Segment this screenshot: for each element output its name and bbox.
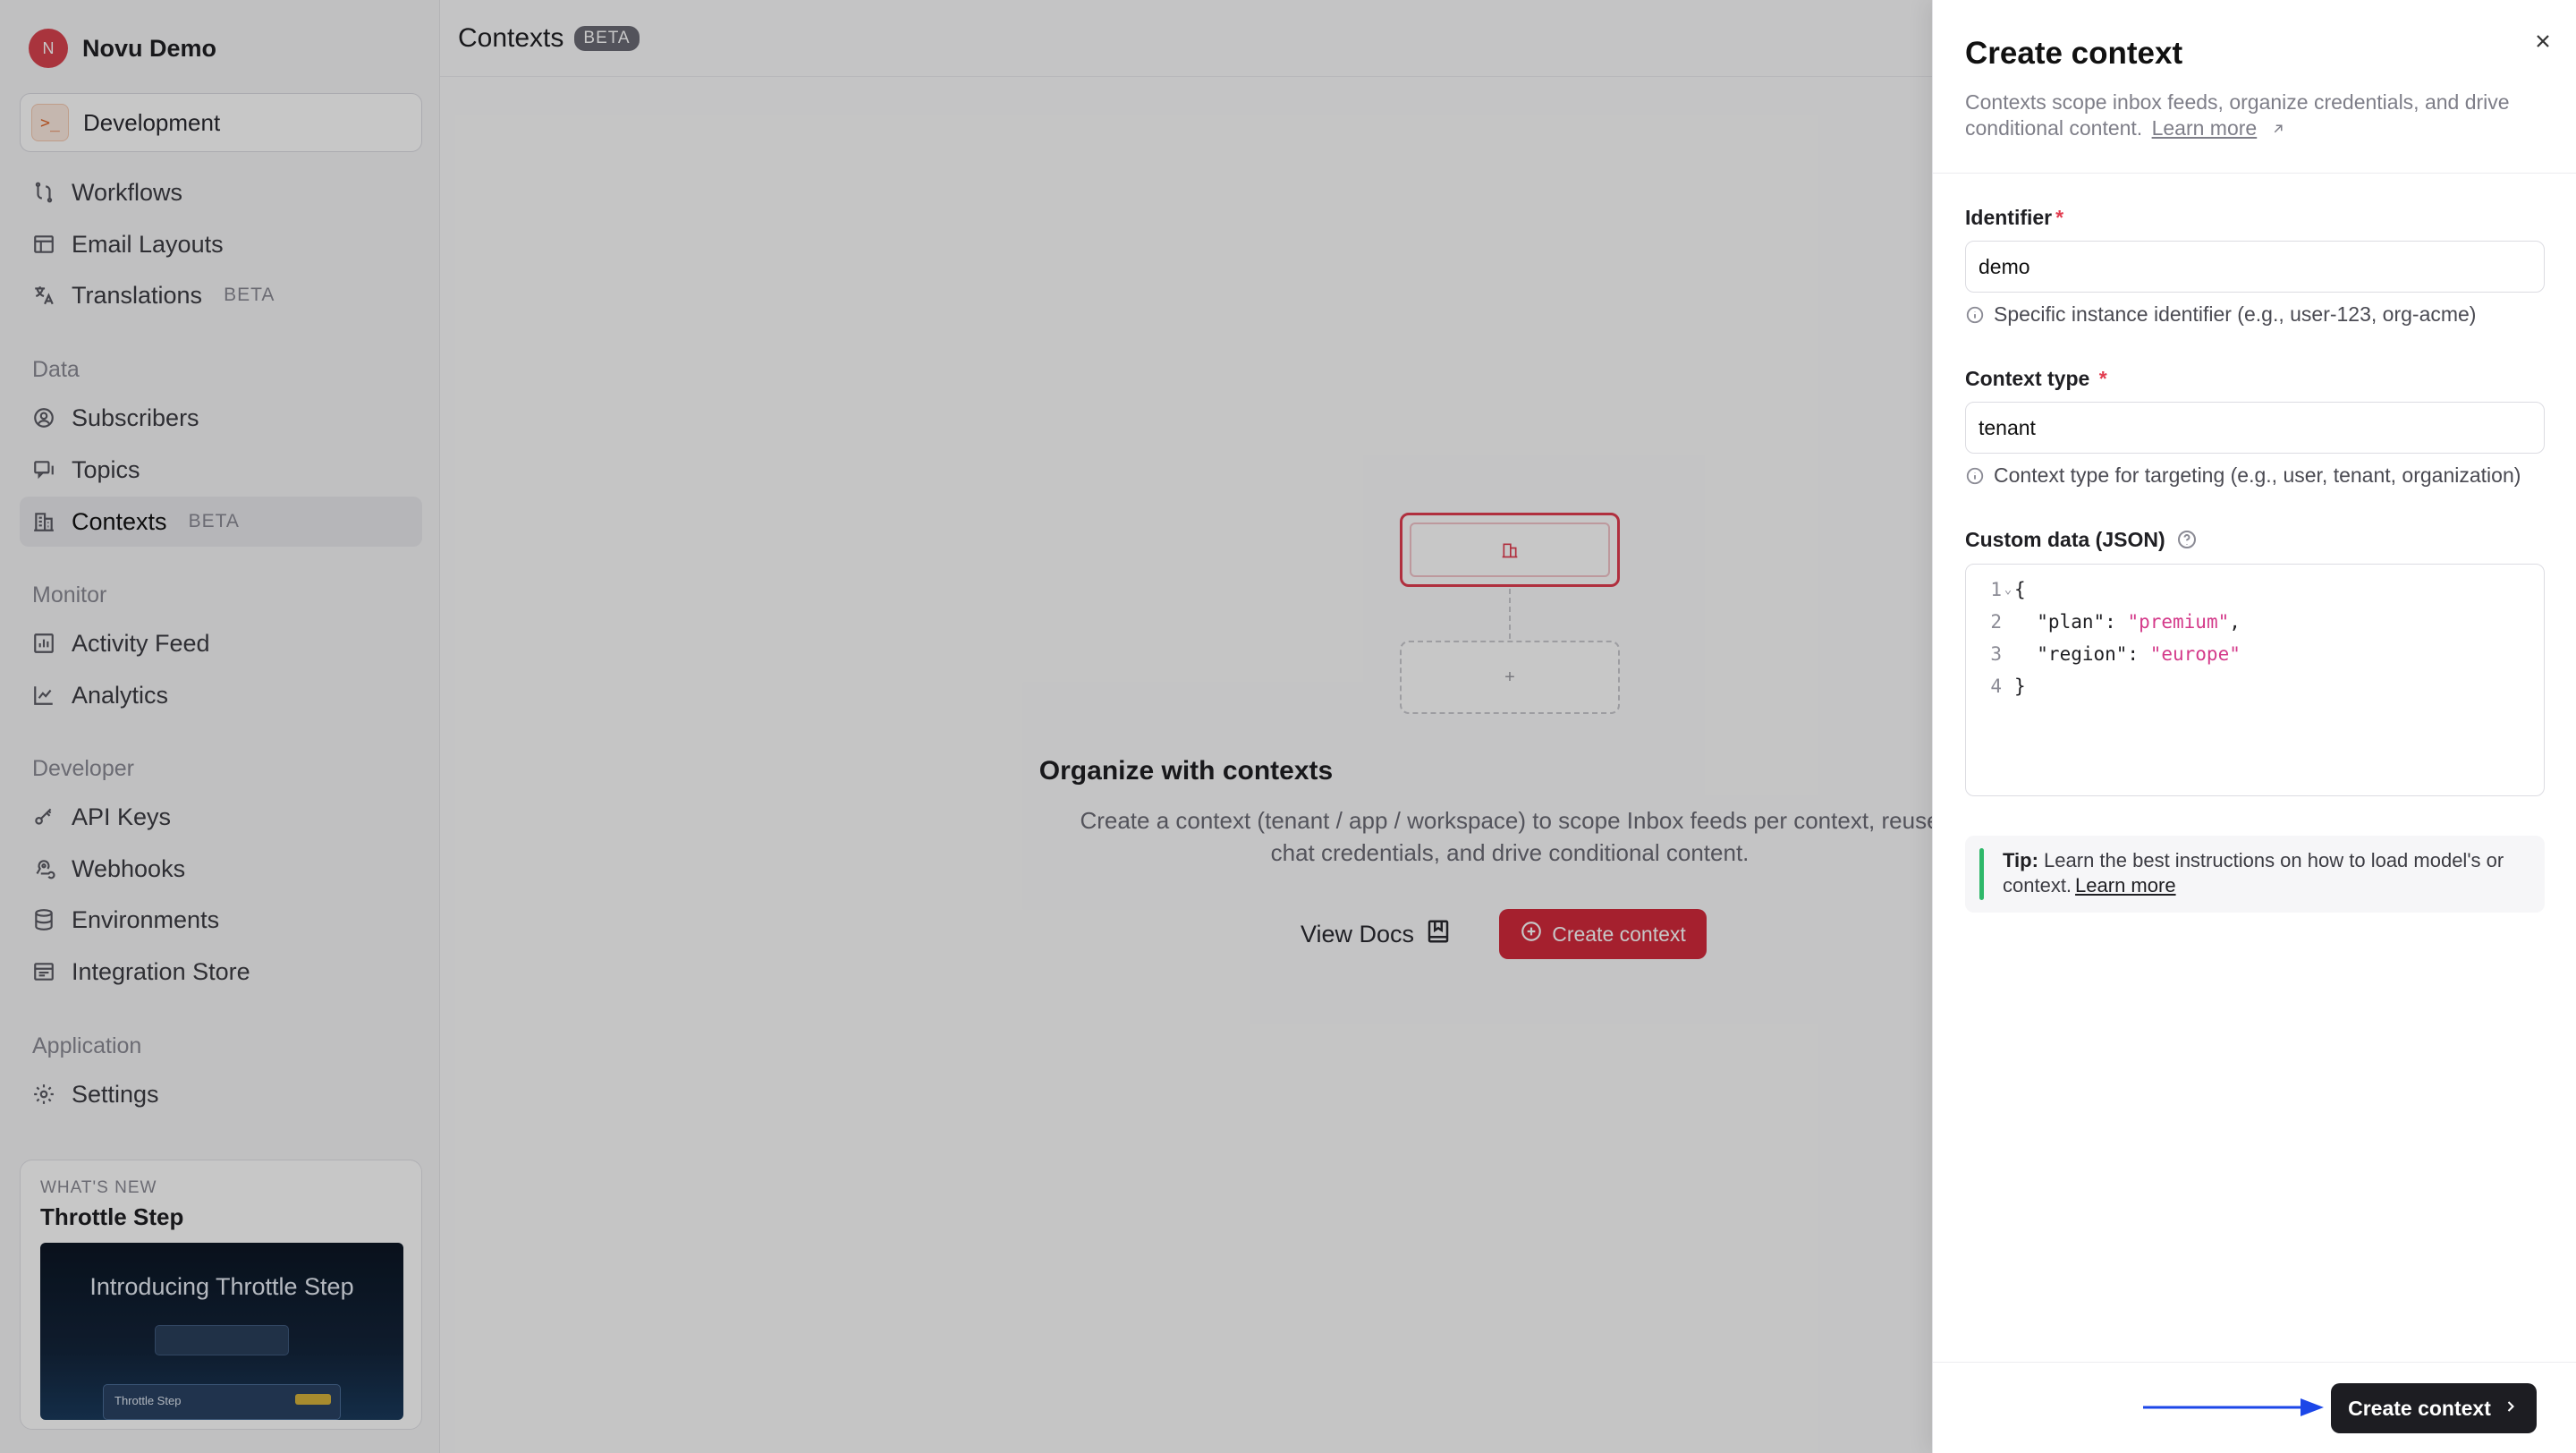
identifier-hint: Specific instance identifier (e.g., user… [1965, 302, 2476, 327]
line-number: 4 [1990, 676, 2002, 697]
chevron-down-icon[interactable]: ⌄ [2002, 582, 2014, 597]
context-type-label: Context type * [1965, 367, 2107, 391]
identifier-label-text: Identifier [1965, 206, 2053, 229]
code-text: { [2014, 579, 2026, 600]
line-number: 3 [1990, 643, 2002, 665]
json-string: "europe" [2149, 643, 2241, 665]
json-punct: , [2229, 611, 2241, 633]
tip-bold: Tip: [2003, 849, 2038, 871]
footer-divider [1933, 1362, 2576, 1363]
code-line: 4 } [1966, 670, 2026, 702]
panel-divider [1933, 173, 2576, 174]
panel-description: Contexts scope inbox feeds, organize cre… [1965, 89, 2546, 141]
tip-learn-more-link[interactable]: Learn more [2075, 874, 2176, 896]
identifier-input[interactable] [1965, 241, 2545, 293]
identifier-label: Identifier * [1965, 206, 2063, 230]
chevron-right-icon [2502, 1397, 2520, 1421]
create-context-panel: Create context Contexts scope inbox feed… [1932, 0, 2576, 1453]
context-type-hint: Context type for targeting (e.g., user, … [1965, 463, 2521, 488]
learn-more-link[interactable]: Learn more [2152, 116, 2258, 140]
panel-title: Create context [1965, 36, 2183, 71]
required-marker: * [2055, 206, 2064, 229]
external-link-icon [2274, 124, 2283, 133]
context-type-hint-text: Context type for targeting (e.g., user, … [1994, 463, 2521, 487]
custom-data-label: Custom data (JSON) [1965, 528, 2198, 552]
code-text: } [2014, 676, 2026, 697]
code-line: 1 ⌄ { [1966, 574, 2026, 606]
json-key: "plan": [2014, 611, 2128, 633]
json-editor[interactable]: 1 ⌄ { 2 "plan": "premium", 3 "region": "… [1965, 564, 2545, 796]
info-icon [1966, 467, 1984, 484]
line-number: 2 [1990, 611, 2002, 633]
tip-callout: Tip: Learn the best instructions on how … [1965, 836, 2545, 913]
modal-backdrop[interactable] [0, 0, 1932, 1453]
code-line: 3 "region": "europe" [1966, 638, 2241, 670]
tip-text: Tip: Learn the best instructions on how … [2003, 848, 2530, 898]
required-marker: * [2098, 367, 2107, 390]
close-icon[interactable] [2525, 23, 2561, 59]
identifier-hint-text: Specific instance identifier (e.g., user… [1994, 302, 2477, 326]
help-icon[interactable] [2176, 529, 2198, 550]
context-type-label-text: Context type [1965, 367, 2090, 390]
context-type-input[interactable] [1965, 402, 2545, 454]
code-line: 2 "plan": "premium", [1966, 606, 2241, 638]
info-icon [1966, 306, 1984, 323]
submit-label: Create context [2348, 1396, 2491, 1420]
tip-accent-bar [1979, 848, 1984, 900]
submit-create-context-button[interactable]: Create context [2331, 1383, 2537, 1433]
json-key: "region": [2014, 643, 2150, 665]
custom-data-label-text: Custom data (JSON) [1965, 528, 2165, 551]
json-string: "premium" [2127, 611, 2230, 633]
line-number: 1 [1990, 579, 2002, 600]
annotation-arrow-icon [2143, 1398, 2324, 1416]
